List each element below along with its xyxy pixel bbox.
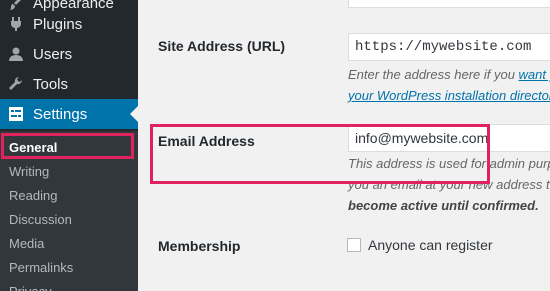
site-address-description: Enter the address here if you want y you…: [348, 64, 550, 106]
sidebar-item-label: Users: [33, 45, 73, 63]
email-highlight-box: [150, 124, 490, 184]
users-icon: [7, 45, 25, 63]
settings-form: Site Address (URL) https://mywebsite.com…: [138, 0, 550, 291]
submenu-item-privacy[interactable]: Privacy: [0, 279, 138, 291]
settings-icon: [7, 105, 25, 123]
sidebar-item-label: Plugins: [33, 15, 83, 33]
anyone-can-register-label[interactable]: Anyone can register: [368, 237, 493, 253]
site-address-input[interactable]: https://mywebsite.com: [348, 33, 550, 61]
site-address-label: Site Address (URL): [158, 38, 286, 54]
submenu-item-media[interactable]: Media: [0, 231, 138, 255]
general-highlight-box: [1, 133, 134, 159]
anyone-can-register-checkbox[interactable]: [347, 238, 361, 252]
membership-label: Membership: [158, 238, 241, 254]
submenu-item-reading[interactable]: Reading: [0, 183, 138, 207]
submenu-item-permalinks[interactable]: Permalinks: [0, 255, 138, 279]
sidebar-item-label: Settings: [33, 105, 88, 123]
sidebar-item-users[interactable]: Users: [0, 39, 138, 69]
sidebar-item-tools[interactable]: Tools: [0, 69, 138, 99]
site-address-desc-link[interactable]: want y: [519, 67, 550, 82]
cutoff-input-field[interactable]: [348, 0, 550, 8]
site-address-desc-link-continued[interactable]: your WordPress installation director: [348, 88, 550, 103]
email-desc-line3: become active until confirmed.: [348, 198, 539, 213]
plugin-icon: [7, 15, 25, 33]
sidebar-item-plugins[interactable]: Plugins: [0, 9, 138, 39]
submenu-item-writing[interactable]: Writing: [0, 159, 138, 183]
admin-sidebar: Appearance Plugins Users Tools Settings …: [0, 0, 138, 291]
submenu-item-discussion[interactable]: Discussion: [0, 207, 138, 231]
wrench-icon: [7, 75, 25, 93]
site-address-desc-text: Enter the address here if you: [348, 67, 519, 82]
sidebar-item-settings[interactable]: Settings: [0, 99, 138, 129]
sidebar-item-label: Tools: [33, 75, 69, 93]
